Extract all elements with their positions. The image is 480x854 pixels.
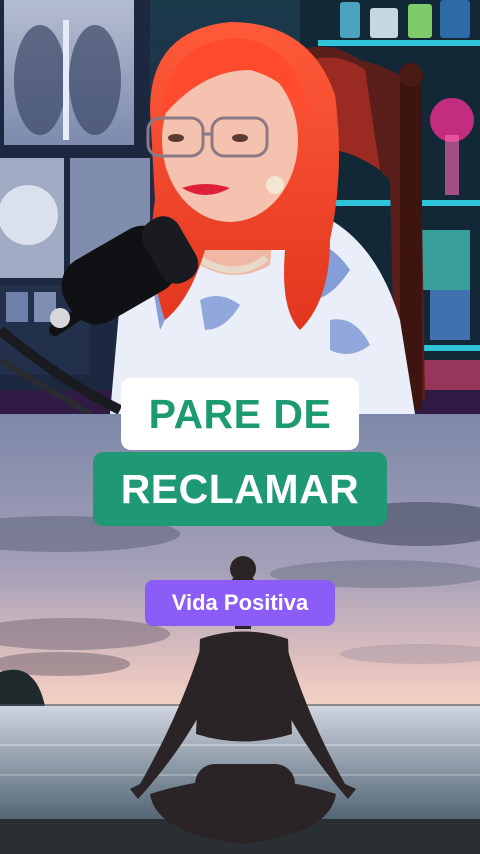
tag-badge: Vida Positiva [145, 580, 335, 626]
caption-line-1: PARE DE [121, 378, 359, 450]
podcast-studio-illustration [0, 0, 480, 414]
podcast-video-frame [0, 0, 480, 414]
caption-line-2: RECLAMAR [93, 452, 387, 526]
